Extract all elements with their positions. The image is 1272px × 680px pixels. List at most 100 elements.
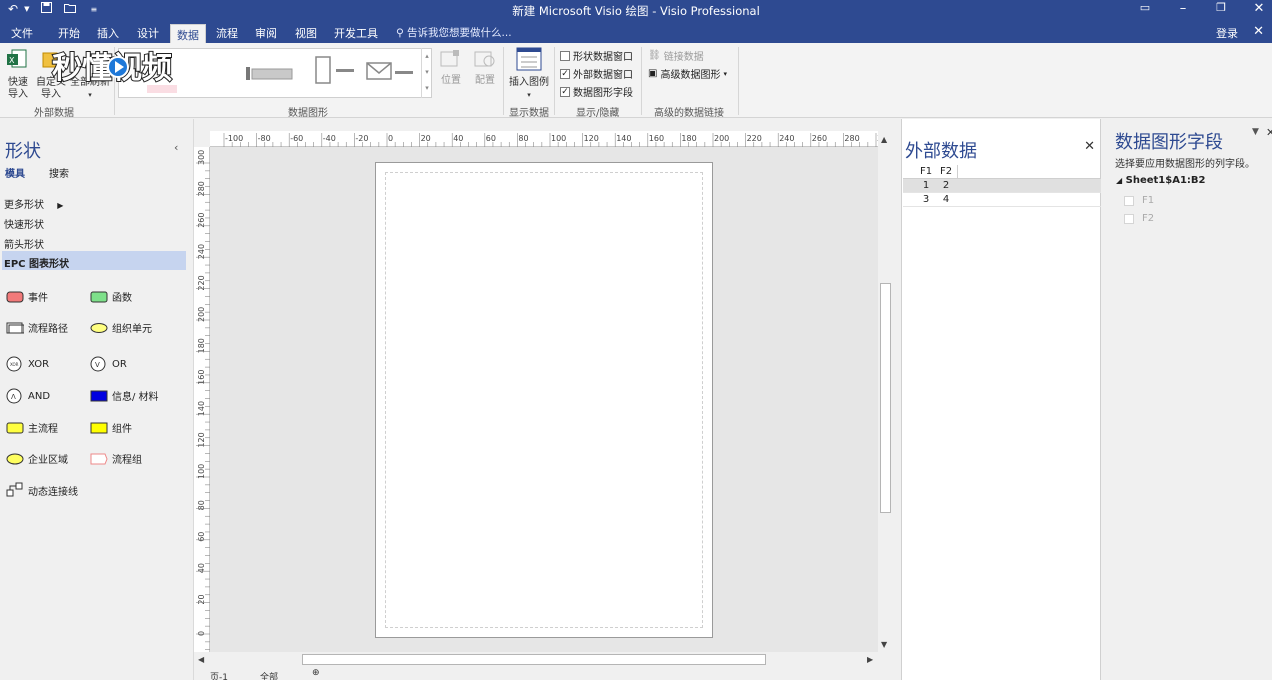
config-label: 配置 <box>475 75 495 86</box>
login-link[interactable]: 登录 <box>1216 25 1238 41</box>
vertical-ruler[interactable]: 300 280 260 240 220 200 180 160 140 120 100 80 60 40 2… <box>194 147 210 652</box>
sheet-node[interactable]: ◢ Sheet1$A1:B2 <box>1116 175 1206 186</box>
ribbon-close-icon[interactable]: ✕ <box>1253 24 1264 39</box>
table-cell[interactable]: 4 <box>937 194 955 205</box>
position-button[interactable]: 位置 <box>436 49 466 103</box>
stencil-and[interactable]: Λ AND <box>6 388 50 404</box>
ribbon-display-icon[interactable]: ▭ <box>1138 1 1152 16</box>
field-f1[interactable]: F1 <box>1124 195 1154 206</box>
ruler-tick-label: 280 <box>844 134 859 143</box>
external-data-window-checkbox[interactable]: ✓ 外部数据窗口 <box>560 66 633 81</box>
advanced-data-graphics-button[interactable]: ▣ 高级数据图形 ▾ <box>648 66 727 81</box>
stencil-process-path[interactable]: 流程路径 <box>6 320 68 335</box>
gallery-item-mail[interactable] <box>365 59 417 87</box>
external-data-grid[interactable]: F1 F2 1 2 3 4 <box>903 165 1101 207</box>
tell-me-search[interactable]: ⚲ 告诉我您想要做什么... <box>396 25 512 40</box>
tab-insert[interactable]: 插入 <box>97 25 119 41</box>
phone-graphic-icon <box>315 56 354 84</box>
scroll-down-icon[interactable]: ▼ <box>881 640 887 649</box>
restore-icon[interactable]: ❐ <box>1214 1 1228 16</box>
quick-shapes-item[interactable]: 快速形状 <box>4 216 44 231</box>
horizontal-ruler[interactable]: -100 -80 -60 -40 -20 0 20 40 60 80 100 120 140 160 180… <box>210 131 901 147</box>
page-tab-all[interactable]: 全部 <box>260 670 278 680</box>
refresh-dropdown-icon[interactable]: ▾ <box>68 89 112 101</box>
stencil-info-material[interactable]: 信息/ 材料 <box>90 388 159 403</box>
empty-header-cell <box>957 165 1101 178</box>
tab-review[interactable]: 审阅 <box>255 25 277 41</box>
stencil-org-unit[interactable]: 组织单元 <box>90 320 152 335</box>
shape-data-window-checkbox[interactable]: 形状数据窗口 <box>560 48 633 63</box>
table-cell[interactable]: 2 <box>937 180 955 191</box>
stencil-enterprise-area[interactable]: 企业区域 <box>6 451 68 466</box>
minimize-icon[interactable]: – <box>1176 1 1190 16</box>
checkbox[interactable] <box>1124 213 1134 224</box>
close-icon[interactable]: ✕ <box>1266 126 1272 139</box>
insert-legend-button[interactable]: 插入图例 ▾ <box>506 47 552 101</box>
tab-design[interactable]: 设计 <box>137 25 159 41</box>
gallery-scroll[interactable]: ▴ ▾ ▾ <box>421 48 432 98</box>
add-page-icon[interactable]: ⊕ <box>312 668 320 678</box>
expand-triangle-icon[interactable]: ◢ <box>1116 176 1122 185</box>
table-row[interactable]: 3 4 <box>903 193 1101 207</box>
arrow-shapes-item[interactable]: 箭头形状 <box>4 236 44 251</box>
checkbox[interactable]: ✓ <box>560 68 570 79</box>
bar-graphic-icon <box>246 67 293 80</box>
table-cell[interactable]: 1 <box>917 180 935 191</box>
column-header[interactable]: F1 <box>917 166 935 177</box>
chevron-right-icon: ▶ <box>57 201 64 210</box>
tab-process[interactable]: 流程 <box>216 25 238 41</box>
gallery-item-phone[interactable] <box>314 55 360 89</box>
tab-home[interactable]: 开始 <box>58 25 80 41</box>
xor-icon: XOR <box>6 356 22 372</box>
ribbon-separator <box>641 47 642 115</box>
title-bar: ↶ ▼ ≡ 新建 Microsoft Visio 绘图 - Visio Prof… <box>0 0 1272 22</box>
close-icon[interactable]: ✕ <box>1084 139 1095 154</box>
watermark-logo: 秒懂视频 <box>48 45 238 89</box>
tab-developer[interactable]: 开发工具 <box>334 25 378 41</box>
more-shapes-item[interactable]: 更多形状 ▶ <box>4 196 63 211</box>
legend-dropdown-icon[interactable]: ▾ <box>506 89 552 101</box>
page-margin <box>385 172 703 628</box>
config-button[interactable]: 配置 <box>470 49 500 103</box>
shapes-panel: 形状 ‹ 模具 搜索 更多形状 ▶ 快速形状 箭头形状 EPC 图表形状 事件 … <box>0 119 194 680</box>
collapse-panel-icon[interactable]: ‹ <box>174 141 178 154</box>
tab-file[interactable]: 文件 <box>11 25 33 41</box>
panel-menu-icon[interactable]: ▼ <box>1252 127 1259 137</box>
horizontal-scroll-thumb[interactable] <box>302 654 766 665</box>
stencil-component[interactable]: 组件 <box>90 420 132 435</box>
vertical-scroll-thumb[interactable] <box>880 283 891 513</box>
tab-view[interactable]: 视图 <box>295 25 317 41</box>
checkbox[interactable] <box>560 50 570 61</box>
table-cell[interactable]: 3 <box>917 194 935 205</box>
stencil-process-group[interactable]: 流程组 <box>90 451 142 466</box>
drawing-page[interactable] <box>375 162 713 638</box>
scroll-up-icon[interactable]: ▲ <box>881 135 887 144</box>
checkbox[interactable]: ✓ <box>560 86 570 97</box>
stencil-event[interactable]: 事件 <box>6 289 48 304</box>
tab-stencils[interactable]: 模具 <box>5 165 25 180</box>
stencil-dynamic-connector[interactable]: 动态连接线 <box>6 482 78 498</box>
grid-header-row: F1 F2 <box>903 165 1101 179</box>
stencil-xor[interactable]: XOR XOR <box>6 356 49 372</box>
external-data-panel: 外部数据 ✕ F1 F2 1 2 3 4 <box>901 119 1101 680</box>
epc-shapes-item[interactable]: EPC 图表形状 <box>2 251 186 270</box>
quick-import-button[interactable]: X 快速导入 <box>4 47 32 100</box>
stencil-function[interactable]: 函数 <box>90 289 132 304</box>
table-row[interactable]: 1 2 <box>903 179 1101 193</box>
enterprise-area-icon <box>6 453 24 464</box>
page-tab-1[interactable]: 页-1 <box>210 670 228 680</box>
column-header[interactable]: F2 <box>937 166 955 177</box>
tab-search[interactable]: 搜索 <box>49 165 69 180</box>
stencil-or[interactable]: V OR <box>90 356 127 372</box>
scroll-left-icon[interactable]: ◀ <box>198 655 204 664</box>
field-f2[interactable]: F2 <box>1124 213 1154 224</box>
data-graphic-fields-checkbox[interactable]: ✓ 数据图形字段 <box>560 84 633 99</box>
scroll-right-icon[interactable]: ▶ <box>867 655 873 664</box>
link-data-button[interactable]: ⛓ 链接数据 <box>648 48 704 63</box>
gallery-item-bar[interactable] <box>244 65 294 81</box>
tab-data[interactable]: 数据 <box>170 24 206 43</box>
stencil-main-process[interactable]: 主流程 <box>6 420 58 435</box>
checkbox[interactable] <box>1124 195 1134 206</box>
close-icon[interactable]: ✕ <box>1252 1 1266 16</box>
ruler-tick-label: 100 <box>551 134 566 143</box>
